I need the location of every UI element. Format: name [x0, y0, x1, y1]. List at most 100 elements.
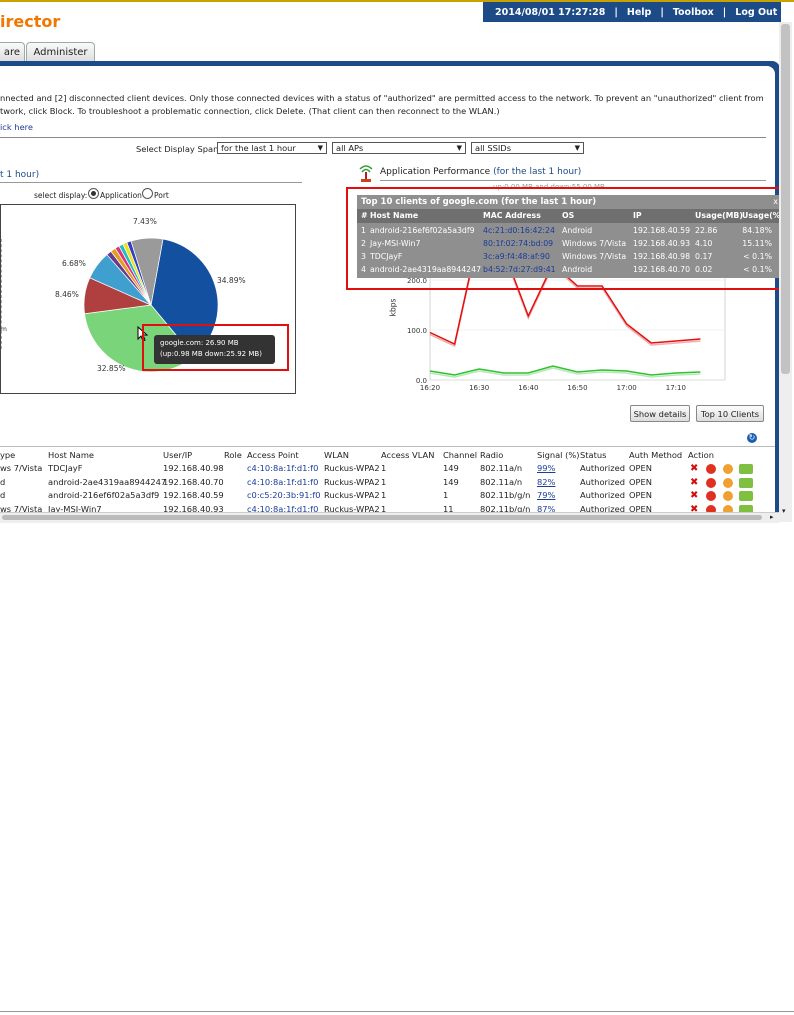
ssid-value: all SSIDs — [475, 143, 512, 153]
table-row[interactable]: d android-2ae4319aa8944247 192.168.40.70 c4… — [0, 477, 775, 490]
table-header-cell[interactable]: Channel — [443, 450, 477, 460]
block-icon[interactable] — [706, 477, 716, 488]
help-link[interactable]: Help — [627, 7, 651, 18]
refresh-icon[interactable]: ↻ — [747, 433, 757, 443]
table-header-cell[interactable]: Role — [224, 450, 242, 460]
display-span-select[interactable]: for the last 1 hour ▼ — [217, 142, 327, 154]
table-cell: 192.168.40.70 — [163, 476, 224, 487]
table-row[interactable]: d android-216ef6f02a5a3df9 192.168.40.59 c0… — [0, 490, 775, 503]
table-cell[interactable]: 82% — [537, 477, 555, 487]
table-header-cell[interactable]: Host Name — [48, 450, 94, 460]
separator: | — [722, 6, 727, 18]
right-chart-title-text: Application Performance — [380, 167, 491, 177]
vertical-scroll-thumb[interactable] — [781, 24, 790, 374]
tab-configure[interactable]: are — [0, 42, 25, 62]
ssid-select[interactable]: all SSIDs ▼ — [471, 142, 584, 154]
ap-select[interactable]: all APs ▼ — [332, 142, 466, 154]
top-10-clients-button[interactable]: Top 10 Clients — [696, 405, 764, 422]
divider — [0, 137, 766, 138]
block-icon[interactable] — [706, 464, 716, 474]
logout-link[interactable]: Log Out (ruckus) — [735, 7, 794, 18]
wifi-signal-icon — [359, 165, 373, 182]
x-tick-label: 17:10 — [666, 384, 686, 392]
table-header-cell[interactable]: Action — [688, 450, 714, 460]
table-cell: 192.168.40.98 — [163, 463, 224, 473]
section-rule — [0, 182, 302, 183]
table-cell[interactable]: c0:c5:20:3b:91:f0 — [247, 490, 321, 500]
speedflex-icon[interactable] — [739, 477, 753, 488]
table-header-cell[interactable]: Signal (%) — [537, 450, 579, 460]
table-cell: Ruckus-WPA2 — [324, 476, 380, 487]
x-tick-label: 16:50 — [567, 384, 587, 392]
help-here-link[interactable]: ick here — [0, 122, 33, 132]
app-title: irector — [0, 12, 61, 31]
table-cell: d — [0, 476, 6, 487]
table-top-rule — [0, 446, 775, 447]
table-cell: 802.11a/n — [480, 476, 523, 487]
tab-administer[interactable]: Administer — [26, 42, 95, 62]
table-cell: OPEN — [629, 490, 652, 500]
table-header-cell[interactable]: WLAN — [324, 450, 349, 460]
table-header-cell[interactable]: Access VLAN — [381, 450, 434, 460]
table-header-cell[interactable]: User/IP — [163, 450, 192, 460]
table-cell: android-216ef6f02a5a3df9 — [48, 490, 160, 500]
table-header-cell[interactable]: Auth Method — [629, 450, 682, 460]
table-header-cell[interactable]: Radio — [480, 450, 503, 460]
table-cell: Authorized — [580, 490, 625, 500]
delete-icon[interactable]: ✖ — [690, 491, 700, 501]
ap-value: all APs — [336, 143, 364, 153]
y-tick-label: 100.0 — [407, 327, 427, 335]
table-cell: OPEN — [629, 463, 652, 473]
right-chart-title: Application Performance (for the last 1 … — [380, 167, 581, 177]
table-cell[interactable]: c4:10:8a:1f:d1:f0 — [247, 463, 318, 473]
table-cell: 1 — [381, 476, 387, 487]
table-row[interactable]: ws 7/Vista TDCJayF 192.168.40.98 c4:10:8a:1… — [0, 463, 775, 476]
pie-label: 32.85% — [97, 364, 126, 373]
table-cell: Authorized — [580, 476, 625, 487]
dropdown-arrow-icon: ▼ — [317, 144, 323, 152]
table-cell: 149 — [443, 476, 459, 487]
horizontal-scroll-thumb[interactable] — [2, 515, 762, 520]
table-cell: 802.11a/n — [480, 463, 523, 473]
scroll-down-arrow-icon[interactable]: ▾ — [782, 507, 786, 515]
datetime-text: 2014/08/01 17:27:28 — [495, 6, 606, 18]
radio-dot — [91, 191, 96, 196]
table-cell[interactable]: 79% — [537, 490, 555, 500]
toolbox-link[interactable]: Toolbox — [673, 7, 714, 18]
troubleshoot-icon[interactable] — [723, 477, 733, 488]
troubleshoot-icon[interactable] — [723, 464, 733, 474]
display-span-value: for the last 1 hour — [221, 143, 296, 153]
block-icon[interactable] — [706, 491, 716, 501]
table-cell: OPEN — [629, 476, 652, 487]
table-header-cell[interactable]: Status — [580, 450, 606, 460]
delete-icon[interactable]: ✖ — [690, 464, 700, 474]
table-cell[interactable]: 99% — [537, 463, 555, 473]
highlight-box — [346, 187, 791, 290]
separator: | — [614, 6, 618, 18]
table-cell: 192.168.40.59 — [163, 490, 224, 500]
table-header-cell[interactable]: ype — [0, 450, 15, 460]
x-tick-label: 17:00 — [617, 384, 637, 392]
speedflex-icon[interactable] — [739, 491, 753, 501]
delete-icon[interactable]: ✖ — [690, 477, 700, 488]
select-display-label: select display: — [34, 191, 88, 200]
table-cell: 1 — [381, 490, 387, 500]
scroll-right-arrow-icon[interactable]: ▸ — [770, 513, 774, 521]
table-cell: TDCJayF — [48, 463, 83, 473]
pie-label: 34.89% — [217, 276, 246, 285]
show-details-button[interactable]: Show details — [630, 405, 690, 422]
speedflex-icon[interactable] — [739, 464, 753, 474]
description-line-1: nnected and [2] disconnected client devi… — [0, 93, 764, 103]
table-cell: ws 7/Vista — [0, 463, 43, 473]
radio-port[interactable] — [142, 188, 153, 199]
table-cell[interactable]: c4:10:8a:1f:d1:f0 — [247, 477, 318, 487]
table-header-cell[interactable]: Access Point — [247, 450, 299, 460]
table-cell: 1 — [443, 490, 449, 500]
page-bottom-line — [0, 1011, 794, 1012]
radio-application[interactable] — [88, 188, 99, 199]
right-chart-title-span: (for the last 1 hour) — [493, 167, 582, 177]
x-tick-label: 16:20 — [420, 384, 440, 392]
dropdown-arrow-icon: ▼ — [574, 144, 580, 152]
table-cell: Authorized — [580, 463, 625, 473]
troubleshoot-icon[interactable] — [723, 491, 733, 501]
